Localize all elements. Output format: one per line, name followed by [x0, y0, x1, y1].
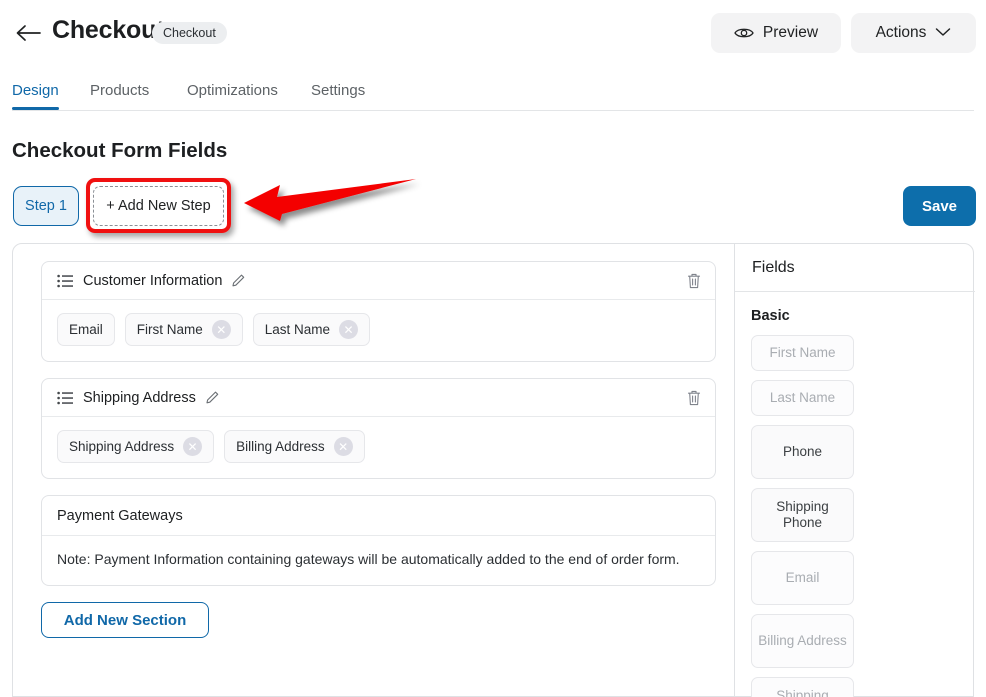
chip-label: Billing Address — [236, 439, 325, 454]
tab-bar-divider — [12, 110, 974, 111]
actions-button-label: Actions — [875, 24, 927, 41]
back-arrow-icon[interactable] — [14, 19, 42, 47]
section-title: Customer Information — [83, 272, 223, 289]
field-chip-billing-address[interactable]: Billing Address ✕ — [224, 430, 365, 463]
field-option-email: Email — [751, 551, 854, 605]
chip-label: First Name — [136, 322, 203, 337]
payment-note: Note: Payment Information containing gat… — [57, 551, 680, 567]
chip-label: Shipping Address — [69, 439, 175, 454]
tab-design[interactable]: Design — [12, 72, 59, 110]
remove-chip-icon[interactable]: ✕ — [339, 320, 359, 339]
chevron-down-icon — [935, 24, 951, 42]
fields-panel-title: Fields — [735, 244, 975, 292]
save-button[interactable]: Save — [903, 186, 976, 226]
section-header: Payment Gateways — [42, 496, 715, 536]
add-new-step-button[interactable]: + Add New Step — [93, 186, 224, 226]
field-chip-shipping-address[interactable]: Shipping Address ✕ — [57, 430, 215, 463]
step-1-tab[interactable]: Step 1 — [13, 186, 79, 226]
field-option-first-name: First Name — [751, 335, 854, 371]
field-option-phone[interactable]: Phone — [751, 425, 854, 479]
page-title: Checkout — [52, 16, 165, 44]
form-builder-card: Customer Information Email First Name ✕ … — [12, 243, 975, 697]
section-title: Payment Gateways — [57, 507, 183, 524]
annotation-arrow — [244, 179, 416, 221]
tab-products[interactable]: Products — [90, 72, 149, 110]
trash-icon[interactable] — [686, 389, 702, 407]
page-header: Checkout Checkout Preview Actions — [0, 0, 986, 66]
eye-icon — [734, 26, 754, 40]
section-fields: Email First Name ✕ Last Name ✕ — [42, 300, 715, 361]
section-heading: Checkout Form Fields — [12, 139, 228, 162]
chip-label: Email — [69, 322, 103, 337]
form-section-shipping-address: Shipping Address Shipping Address ✕ Bill… — [41, 378, 716, 479]
fields-panel: Fields Basic First Name Last Name Phone … — [734, 244, 975, 697]
fields-panel-body: Basic First Name Last Name Phone Shippin… — [735, 292, 975, 697]
preview-button[interactable]: Preview — [711, 13, 841, 53]
form-sections-pane: Customer Information Email First Name ✕ … — [13, 244, 734, 697]
section-title: Shipping Address — [83, 389, 196, 406]
actions-button[interactable]: Actions — [851, 13, 976, 53]
fields-group-basic-title: Basic — [751, 308, 790, 324]
tab-bar: Design Products Optimizations Settings — [0, 72, 986, 110]
chip-label: Last Name — [264, 322, 331, 337]
field-option-billing-address: Billing Address — [751, 614, 854, 668]
tab-settings[interactable]: Settings — [311, 72, 365, 110]
fields-group-basic: First Name Last Name Phone Shipping Phon… — [751, 335, 959, 697]
trash-icon[interactable] — [686, 272, 702, 290]
field-option-shipping-phone[interactable]: Shipping Phone — [751, 488, 854, 542]
preview-button-label: Preview — [762, 24, 819, 41]
field-option-shipping-address: Shipping Address — [751, 677, 854, 697]
form-section-payment-gateways: Payment Gateways Note: Payment Informati… — [41, 495, 716, 587]
list-icon — [57, 391, 73, 405]
field-chip-last-name[interactable]: Last Name ✕ — [252, 313, 371, 346]
app-root: Checkout Checkout Preview Actions Design… — [0, 0, 986, 697]
field-chip-email[interactable]: Email — [57, 313, 115, 346]
tab-optimizations[interactable]: Optimizations — [187, 72, 278, 110]
pencil-icon[interactable] — [231, 273, 246, 288]
remove-chip-icon[interactable]: ✕ — [211, 320, 231, 339]
section-header: Customer Information — [42, 262, 715, 300]
list-icon — [57, 274, 73, 288]
field-option-last-name: Last Name — [751, 380, 854, 416]
add-new-section-button[interactable]: Add New Section — [41, 602, 209, 639]
remove-chip-icon[interactable]: ✕ — [333, 437, 353, 456]
status-badge: Checkout — [152, 22, 227, 44]
field-chip-first-name[interactable]: First Name ✕ — [124, 313, 243, 346]
form-section-customer-information: Customer Information Email First Name ✕ … — [41, 261, 716, 362]
pencil-icon[interactable] — [205, 390, 220, 405]
remove-chip-icon[interactable]: ✕ — [183, 437, 203, 456]
section-header: Shipping Address — [42, 379, 715, 417]
section-fields: Shipping Address ✕ Billing Address ✕ — [42, 417, 715, 478]
